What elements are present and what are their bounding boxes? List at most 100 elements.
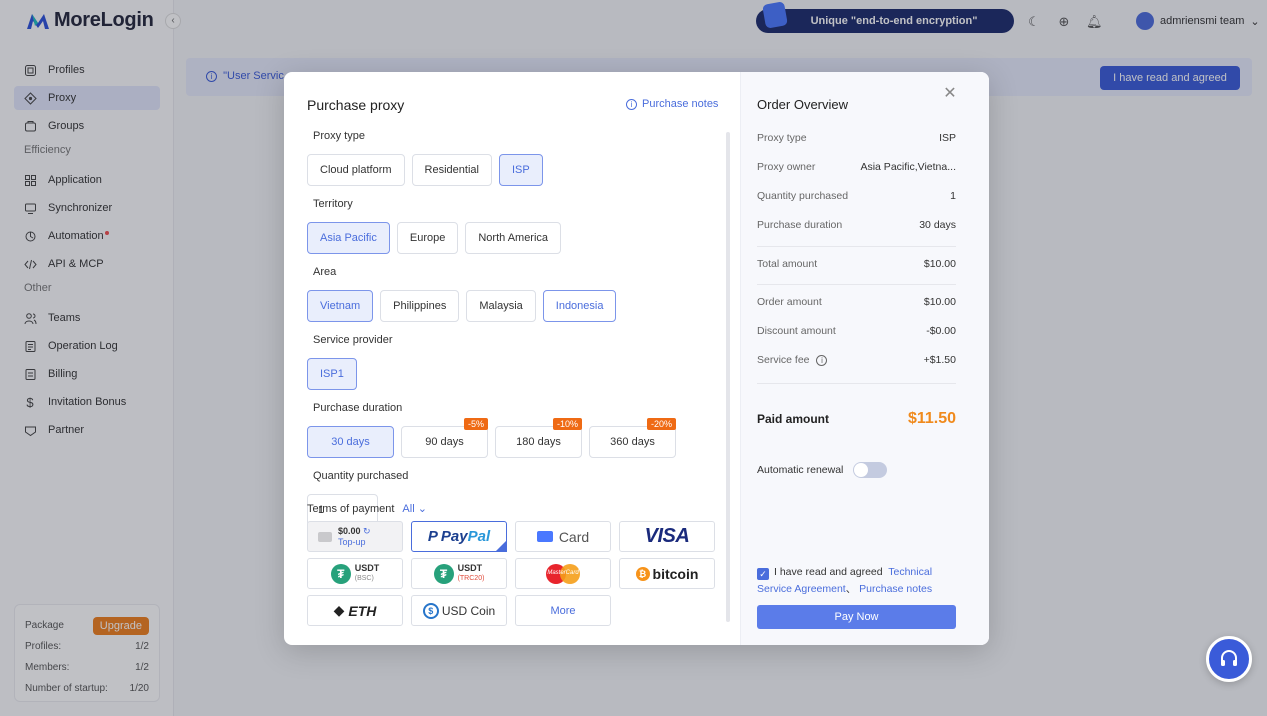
territory-options: Asia Pacific Europe North America	[307, 222, 727, 254]
credit-card-icon	[536, 531, 553, 542]
payment-filter-dropdown[interactable]: All ⌄	[402, 502, 427, 515]
more-payment-methods-button[interactable]: More	[515, 595, 611, 626]
paid-amount-label: Paid amount	[757, 412, 830, 426]
overview-key: Proxy owner	[757, 161, 816, 173]
info-icon[interactable]: i	[816, 355, 828, 366]
purchase-duration-label: Purchase duration	[313, 402, 403, 414]
option-philippines[interactable]: Philippines	[380, 290, 460, 322]
mastercard-label: MasterCard	[547, 569, 579, 576]
option-isp1[interactable]: ISP1	[307, 358, 357, 390]
option-malaysia[interactable]: Malaysia	[466, 290, 536, 322]
option-cloud-platform[interactable]: Cloud platform	[307, 154, 405, 186]
option-90-days[interactable]: 90 days -5%	[401, 418, 488, 458]
option-europe[interactable]: Europe	[396, 222, 459, 254]
headset-icon	[1221, 650, 1237, 666]
overview-value: ISP	[939, 132, 956, 144]
order-overview-title: Order Overview	[757, 97, 849, 112]
refresh-icon[interactable]: ↻	[363, 526, 371, 536]
duration-label: 90 days	[425, 436, 464, 448]
pay-card[interactable]: Card	[515, 521, 611, 552]
overview-row: Proxy type ISP	[757, 132, 956, 144]
overview-key: Service fee	[757, 354, 810, 366]
option-indonesia[interactable]: Indonesia	[542, 290, 617, 322]
terms-label: Terms of payment	[307, 502, 395, 515]
form-scrollbar[interactable]	[726, 132, 730, 622]
divider	[757, 246, 956, 247]
discount-badge: -10%	[552, 418, 582, 430]
toggle-knob	[854, 463, 869, 477]
option-asia-pacific[interactable]: Asia Pacific	[307, 222, 390, 254]
option-360-days[interactable]: 360 days -20%	[589, 418, 676, 458]
visa-logo: VISA	[644, 525, 690, 547]
renewal-toggle[interactable]	[853, 462, 888, 478]
overview-key: Proxy type	[757, 132, 807, 144]
network-label: (TRC20)	[457, 575, 485, 582]
paypal-p-icon: P	[427, 528, 438, 545]
usdc-label: USD Coin	[441, 603, 496, 618]
tether-icon: ₮	[330, 563, 351, 584]
close-icon[interactable]: ✕	[942, 86, 958, 102]
overview-key: Discount amount	[757, 325, 836, 337]
balance-amount: $0.00	[338, 525, 361, 536]
purchase-form: Purchase proxy i Purchase notes Proxy ty…	[284, 72, 740, 645]
pay-usdt-bsc[interactable]: ₮ USDT (BSC)	[307, 558, 403, 589]
agreement: ✓ I have read and agreed Technical Servic…	[757, 564, 967, 598]
pay-paypal[interactable]: P PayPal	[411, 521, 507, 552]
territory-label: Territory	[313, 198, 353, 210]
overview-value: 30 days	[919, 219, 956, 231]
pay-usdt-trc20[interactable]: ₮ USDT (TRC20)	[411, 558, 507, 589]
network-label: (BSC)	[354, 575, 374, 582]
divider	[757, 383, 956, 384]
proxy-type-options: Cloud platform Residential ISP	[307, 154, 727, 186]
overview-value: -$0.00	[926, 325, 956, 337]
option-north-america[interactable]: North America	[465, 222, 562, 254]
automatic-renewal: Automatic renewal	[757, 462, 888, 478]
support-chat-button[interactable]	[1206, 636, 1252, 682]
bitcoin-label: bitcoin	[652, 565, 699, 582]
ethereum-icon: ◆	[333, 602, 345, 618]
pay-visa[interactable]: VISA	[619, 521, 715, 552]
option-180-days[interactable]: 180 days -10%	[495, 418, 582, 458]
discount-badge: -5%	[463, 418, 488, 430]
overview-row: Service fee i +$1.50	[757, 354, 956, 366]
terms-of-payment: Terms of payment All ⌄	[307, 502, 427, 516]
overview-row: Order amount $10.00	[757, 296, 956, 308]
overview-value: +$1.50	[923, 354, 956, 366]
payment-filter-label: All	[402, 503, 415, 515]
overview-key: Purchase duration	[757, 219, 843, 231]
usdt-label: USDT	[457, 563, 483, 573]
form-scroll-area: Proxy type Cloud platform Residential IS…	[307, 130, 727, 526]
selected-check-icon	[495, 540, 507, 552]
tether-icon: ₮	[433, 563, 454, 584]
purchase-notes-agree-link[interactable]: Purchase notes	[859, 583, 932, 595]
pay-mastercard[interactable]: MasterCard	[515, 558, 611, 589]
overview-key: Quantity purchased	[757, 190, 849, 202]
pay-eth[interactable]: ◆ ETH	[307, 595, 403, 626]
agree-checkbox[interactable]: ✓	[757, 568, 769, 580]
bitcoin-icon: ₿	[635, 566, 650, 581]
pay-balance-topup[interactable]: $0.00 ↻ Top-up	[307, 521, 403, 552]
option-30-days[interactable]: 30 days	[307, 426, 394, 458]
pay-bitcoin[interactable]: ₿ bitcoin	[619, 558, 715, 589]
pay-usd-coin[interactable]: $ USD Coin	[411, 595, 507, 626]
overview-total-row: Total amount $10.00	[757, 258, 956, 270]
usdc-icon: $	[422, 602, 439, 619]
option-isp[interactable]: ISP	[498, 154, 543, 186]
paypal-logo-pay: Pay	[440, 528, 468, 545]
order-overview: Order Overview ✕ Proxy type ISP Proxy own…	[740, 72, 989, 645]
option-vietnam[interactable]: Vietnam	[307, 290, 374, 322]
payment-methods: $0.00 ↻ Top-up P PayPal Card VISA ₮ USDT (B…	[307, 521, 715, 626]
renewal-label: Automatic renewal	[757, 464, 844, 476]
option-residential[interactable]: Residential	[411, 154, 492, 186]
topup-link[interactable]: Top-up	[338, 537, 371, 548]
overview-row: Proxy owner Asia Pacific,Vietna...	[757, 161, 956, 173]
usdt-label: USDT	[354, 563, 380, 573]
wallet-card-icon	[318, 531, 332, 542]
purchase-notes-link[interactable]: i Purchase notes	[626, 98, 718, 110]
provider-options: ISP1	[307, 358, 727, 390]
discount-badge: -20%	[646, 418, 676, 430]
agree-separator: 、	[845, 583, 857, 595]
pay-now-button[interactable]: Pay Now	[757, 605, 956, 629]
overview-row: Discount amount -$0.00	[757, 325, 956, 337]
quantity-label: Quantity purchased	[313, 470, 409, 482]
